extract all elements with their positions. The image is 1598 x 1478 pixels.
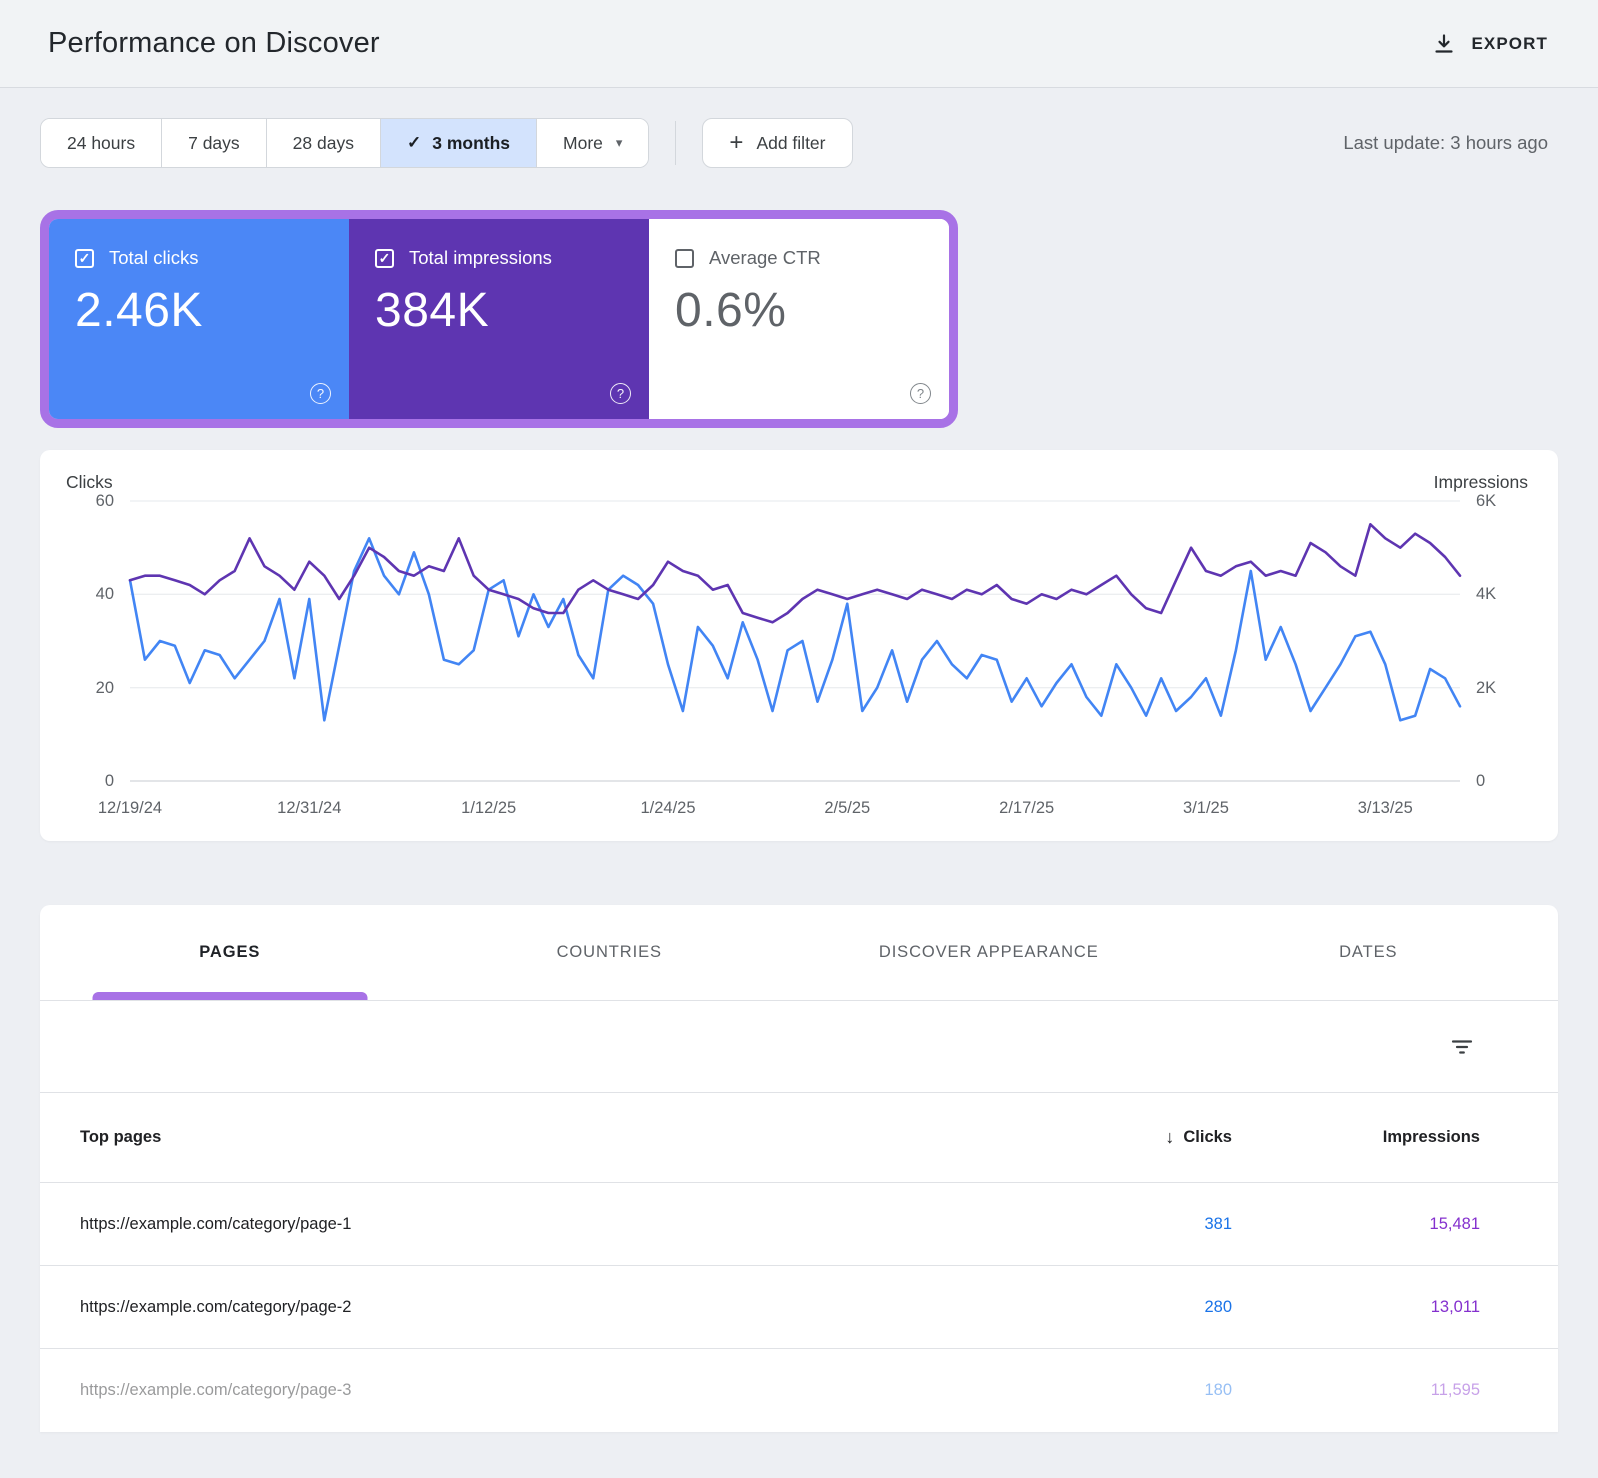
performance-chart-card: Clicks Impressions 60 40 20 0 6K 4K 2K 0 12/19… (40, 450, 1558, 841)
column-header-top-pages[interactable]: Top pages (80, 1128, 1012, 1147)
metric-card-average-ctr[interactable]: Average CTR 0.6% ? (649, 219, 949, 419)
metric-value: 384K (375, 284, 490, 337)
dimensions-table-card: PAGES COUNTRIES DISCOVER APPEARANCE DATE… (40, 905, 1558, 1432)
tab-discover-appearance[interactable]: DISCOVER APPEARANCE (799, 905, 1179, 1000)
impressions-value: 11,595 (1430, 1381, 1480, 1399)
x-tick-label: 3/1/25 (1183, 799, 1229, 817)
metric-value: 2.46K (75, 284, 203, 337)
tab-countries[interactable]: COUNTRIES (420, 905, 800, 1000)
table-row[interactable]: https://example.com/category/page-2 280 … (40, 1266, 1558, 1349)
range-24-hours[interactable]: 24 hours (41, 119, 163, 167)
top-bar: Performance on Discover EXPORT (0, 0, 1598, 88)
left-axis-ticks: 60 40 20 0 (66, 492, 114, 790)
axis-tick-label: 4K (1476, 585, 1497, 603)
page-title: Performance on Discover (48, 27, 380, 59)
table-header-row: Top pages ↓ Clicks Impressions (40, 1093, 1558, 1183)
clicks-value: 381 (1204, 1214, 1232, 1233)
left-axis-title: Clicks (66, 472, 113, 492)
help-icon[interactable]: ? (910, 383, 931, 404)
checkbox-checked-icon[interactable]: ✓ (75, 248, 94, 268)
checkbox-checked-icon[interactable]: ✓ (375, 248, 394, 268)
metric-value: 0.6% (675, 284, 787, 337)
clicks-value: 280 (1204, 1297, 1232, 1316)
x-tick-label: 1/24/25 (640, 799, 696, 817)
chart-plot-area[interactable] (130, 501, 1460, 781)
table-row[interactable]: https://example.com/category/page-3 180 … (40, 1349, 1558, 1432)
axis-tick-label: 20 (95, 679, 114, 697)
page-url[interactable]: https://example.com/category/page-2 (80, 1298, 1012, 1317)
axis-tick-label: 0 (104, 772, 114, 790)
x-tick-label: 2/17/25 (999, 799, 1055, 817)
table-toolbar (40, 1001, 1558, 1093)
axis-tick-label: 2K (1476, 679, 1497, 697)
tab-dates[interactable]: DATES (1179, 905, 1559, 1000)
series-clicks-line (130, 538, 1460, 720)
line-chart (130, 501, 1460, 781)
metric-label: Total clicks (109, 247, 199, 268)
range-3-months[interactable]: ✓ 3 months (380, 119, 538, 167)
plus-icon: + (729, 129, 744, 156)
x-tick-label: 1/12/25 (461, 799, 517, 817)
download-icon (1435, 33, 1454, 53)
right-axis-ticks: 6K 4K 2K 0 (1476, 492, 1528, 790)
range-7-days[interactable]: 7 days (162, 119, 267, 167)
series-impressions-line (130, 524, 1460, 622)
date-range-segmented-control: 24 hours 7 days 28 days ✓ 3 months More … (40, 118, 650, 168)
chevron-down-icon: ▾ (615, 135, 623, 150)
axis-tick-label: 40 (95, 585, 114, 603)
x-tick-label: 12/19/24 (97, 799, 163, 817)
clicks-value: 180 (1204, 1381, 1232, 1399)
table-row[interactable]: https://example.com/category/page-1 381 … (40, 1183, 1558, 1266)
x-axis-labels: 12/19/24 12/31/24 1/12/25 1/24/25 2/5/25 2/17… (98, 781, 1460, 827)
page-url[interactable]: https://example.com/category/page-3 (80, 1381, 1012, 1400)
filter-bar: 24 hours 7 days 28 days ✓ 3 months More … (40, 118, 1548, 168)
export-label: EXPORT (1471, 33, 1548, 53)
check-icon: ✓ (406, 133, 422, 152)
metric-card-total-impressions[interactable]: ✓ Total impressions 384K ? (349, 219, 649, 419)
sort-descending-icon: ↓ (1165, 1127, 1175, 1147)
filter-icon[interactable] (1450, 1035, 1474, 1059)
last-update-text: Last update: 3 hours ago (1343, 132, 1548, 153)
axis-tick-label: 0 (1476, 772, 1486, 790)
x-tick-label: 3/13/25 (1357, 799, 1413, 817)
help-icon[interactable]: ? (310, 383, 331, 404)
metric-label: Total impressions (409, 247, 552, 268)
metric-card-total-clicks[interactable]: ✓ Total clicks 2.46K ? (49, 219, 349, 419)
page-url[interactable]: https://example.com/category/page-1 (80, 1215, 1012, 1234)
x-tick-label: 12/31/24 (277, 799, 342, 817)
right-axis-title: Impressions (1433, 472, 1528, 492)
column-header-impressions[interactable]: Impressions (1232, 1128, 1480, 1147)
impressions-value: 13,011 (1430, 1297, 1480, 1316)
range-more[interactable]: More ▾ (537, 119, 649, 167)
export-button[interactable]: EXPORT (1432, 32, 1548, 56)
impressions-value: 15,481 (1429, 1214, 1480, 1233)
add-filter-button[interactable]: + Add filter (702, 118, 853, 168)
table-tabs: PAGES COUNTRIES DISCOVER APPEARANCE DATE… (40, 905, 1558, 1001)
range-28-days[interactable]: 28 days (266, 119, 381, 167)
column-header-clicks[interactable]: ↓ Clicks (1012, 1127, 1232, 1148)
tab-pages[interactable]: PAGES (40, 905, 420, 1000)
metric-cards-highlight: ✓ Total clicks 2.46K ? ✓ Total impressio… (40, 210, 958, 428)
x-tick-label: 2/5/25 (824, 799, 871, 817)
axis-tick-label: 6K (1476, 492, 1497, 510)
active-tab-underline (92, 992, 368, 1000)
axis-tick-label: 60 (95, 492, 114, 510)
metric-label: Average CTR (709, 247, 821, 268)
vertical-divider (675, 121, 677, 165)
help-icon[interactable]: ? (610, 383, 631, 404)
checkbox-unchecked-icon[interactable] (675, 248, 694, 268)
